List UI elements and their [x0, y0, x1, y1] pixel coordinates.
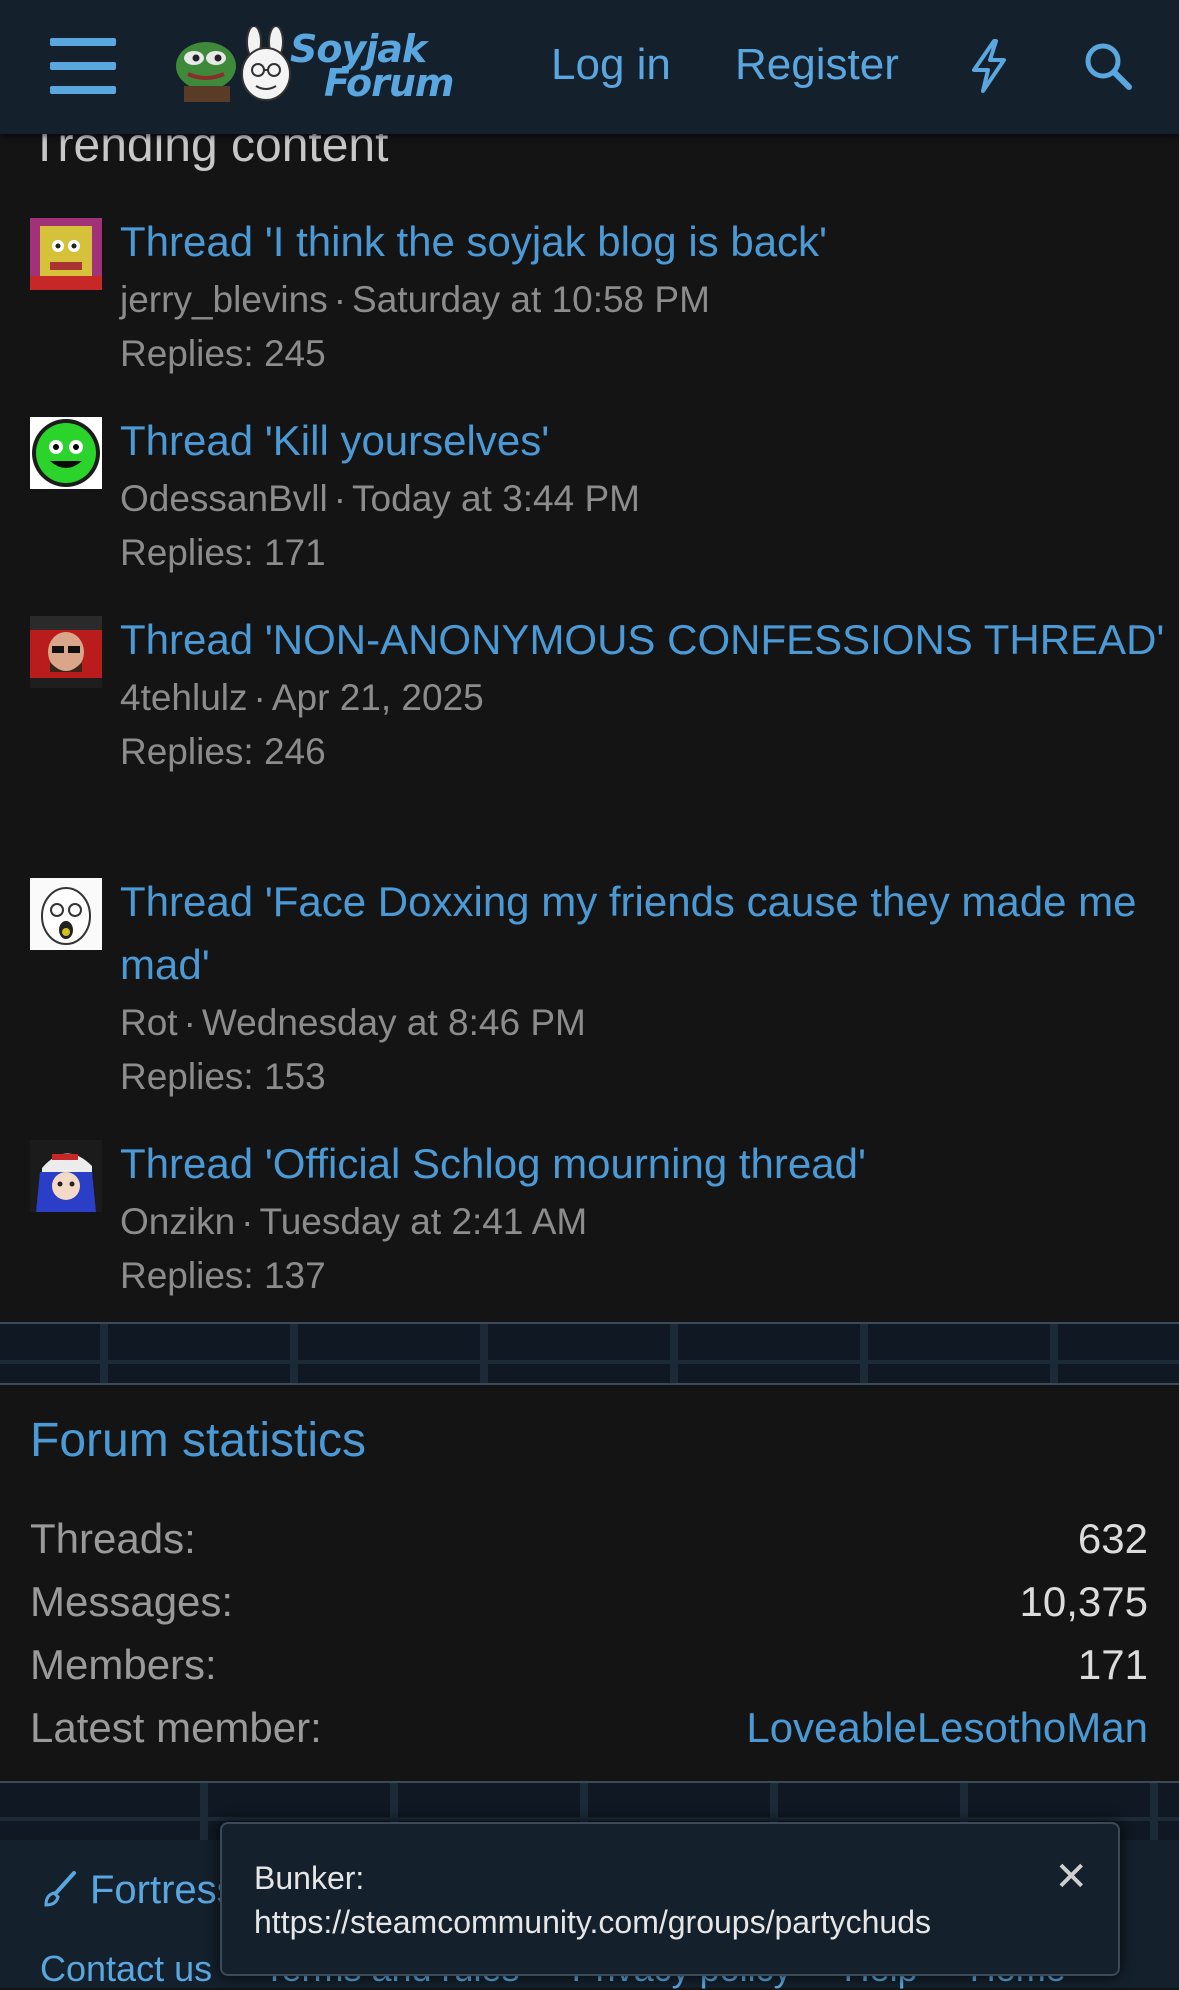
thread-author-link[interactable]: OdessanBvll: [120, 478, 328, 519]
avatar[interactable]: [30, 616, 102, 688]
thread-replies: Replies: 153: [120, 1056, 326, 1097]
menu-icon[interactable]: [50, 38, 116, 94]
register-link[interactable]: Register: [735, 40, 899, 90]
notice-text: Bunker: https://steamcommunity.com/group…: [254, 1856, 931, 1944]
style-chooser-label: Fortress: [90, 1868, 237, 1912]
thread-title-link[interactable]: Thread 'Official Schlog mourning thread': [120, 1132, 1170, 1195]
thread-title-link[interactable]: Thread 'Face Doxxing my friends cause th…: [120, 870, 1170, 996]
stat-label: Messages:: [30, 1578, 234, 1625]
thread-date[interactable]: Apr 21, 2025: [272, 677, 484, 718]
thread-meta: Rot · Wednesday at 8:46 PM: [120, 1002, 586, 1043]
thread-replies: Replies: 171: [120, 532, 326, 573]
stat-row-threads: Threads: 632: [30, 1515, 1148, 1575]
stat-row-latest-member: Latest member: LoveableLesothoMan: [30, 1704, 1148, 1764]
avatar[interactable]: [30, 1140, 102, 1212]
style-chooser-link[interactable]: Fortress: [40, 1868, 237, 1913]
thread-author-link[interactable]: Onzikn: [120, 1201, 235, 1242]
bunker-notice: Bunker: https://steamcommunity.com/group…: [220, 1822, 1120, 1976]
latest-member-link[interactable]: LoveableLesothoMan: [746, 1704, 1148, 1752]
thread-author-link[interactable]: jerry_blevins: [120, 279, 328, 320]
background-band: [0, 1324, 1179, 1385]
top-navbar: Soyjak Forum Log in Register: [0, 0, 1179, 134]
avatar[interactable]: [30, 218, 102, 290]
search-icon[interactable]: [1082, 40, 1134, 92]
notice-title: Bunker:: [254, 1860, 365, 1896]
thread-replies: Replies: 245: [120, 333, 326, 374]
thread-date[interactable]: Tuesday at 2:41 AM: [259, 1201, 587, 1242]
stat-row-messages: Messages: 10,375: [30, 1578, 1148, 1638]
stat-value: 632: [1077, 1515, 1148, 1562]
thread-meta: 4tehlulz · Apr 21, 2025: [120, 677, 484, 718]
paintbrush-icon: [44, 1871, 76, 1907]
thread-meta: OdessanBvll · Today at 3:44 PM: [120, 478, 640, 519]
whats-new-bolt-icon[interactable]: [966, 38, 1012, 94]
thread-replies: Replies: 246: [120, 731, 326, 772]
stat-value: 10,375: [1019, 1578, 1148, 1625]
stat-label: Latest member:: [30, 1704, 322, 1751]
stat-label: Members:: [30, 1641, 217, 1688]
logo-wordmark: Soyjak Forum: [290, 27, 455, 105]
thread-meta: jerry_blevins · Saturday at 10:58 PM: [120, 279, 710, 320]
login-link[interactable]: Log in: [551, 40, 671, 90]
thread-title-link[interactable]: Thread 'Kill yourselves': [120, 409, 1170, 472]
thread-title-link[interactable]: Thread 'I think the soyjak blog is back': [120, 210, 1170, 273]
avatar[interactable]: [30, 878, 102, 950]
footer-link-contact[interactable]: Contact us: [40, 1948, 212, 1989]
close-icon[interactable]: ✕: [1054, 1854, 1088, 1900]
notice-url[interactable]: https://steamcommunity.com/groups/partyc…: [254, 1900, 931, 1944]
avatar[interactable]: [30, 417, 102, 489]
thread-date[interactable]: Saturday at 10:58 PM: [352, 279, 710, 320]
stat-value: 171: [1077, 1641, 1148, 1688]
stat-row-members: Members: 171: [30, 1641, 1148, 1701]
thread-date[interactable]: Today at 3:44 PM: [352, 478, 640, 519]
thread-author-link[interactable]: Rot: [120, 1002, 178, 1043]
site-logo[interactable]: Soyjak Forum: [168, 26, 470, 110]
forum-statistics-panel: Forum statistics Threads: 632 Messages: …: [0, 1385, 1179, 1781]
thread-replies: Replies: 137: [120, 1255, 326, 1296]
stat-label: Threads:: [30, 1515, 196, 1562]
thread-date[interactable]: Wednesday at 8:46 PM: [202, 1002, 586, 1043]
stats-heading: Forum statistics: [30, 1414, 367, 1467]
thread-title-link[interactable]: Thread 'NON-ANONYMOUS CONFESSIONS THREAD…: [120, 608, 1170, 671]
thread-meta: Onzikn · Tuesday at 2:41 AM: [120, 1201, 588, 1242]
thread-author-link[interactable]: 4tehlulz: [120, 677, 248, 718]
